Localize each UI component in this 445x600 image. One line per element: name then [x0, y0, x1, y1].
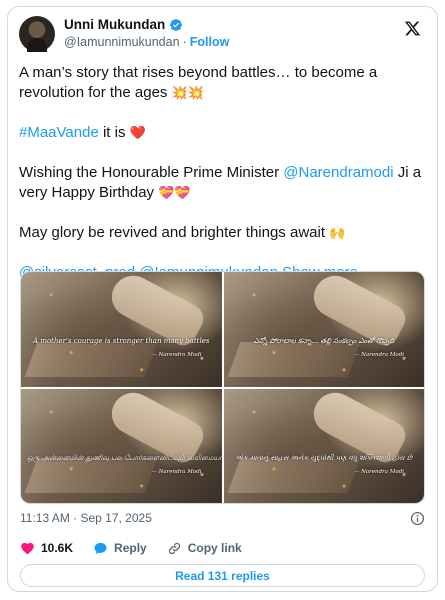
author-name[interactable]: Unni Mukundan	[64, 17, 165, 32]
raised-hands-emoji: 🙌	[329, 225, 346, 240]
x-logo-icon[interactable]	[404, 20, 421, 37]
timestamp-row: 11:13 AM · Sep 17, 2025	[20, 511, 425, 529]
sparks-decoration	[223, 388, 424, 503]
gift-heart-emoji: 💝💝	[158, 185, 191, 200]
author-handle[interactable]: @Iamunnimukundan	[64, 35, 180, 49]
reply-bubble-icon	[94, 542, 107, 554]
tweet-paragraph-2: #MaaVande it is ❤️	[19, 123, 427, 143]
image-quote: ஒரு அன்னையின் துணிவு பல போர்களைவிடவும் வ…	[27, 453, 222, 462]
timestamp[interactable]: 11:13 AM · Sep 17, 2025	[20, 511, 152, 525]
tweet-paragraph-3: Wishing the Honourable Prime Minister @N…	[19, 163, 427, 203]
image-signature: — Narendra Modi	[151, 352, 202, 359]
action-bar: 10.6K Reply Copy link	[20, 539, 262, 557]
author-name-row: Unni Mukundan	[64, 17, 183, 32]
reply-label: Reply	[114, 541, 147, 555]
read-replies-button[interactable]: Read 131 replies	[20, 564, 425, 587]
tweet-header: Unni Mukundan @Iamunnimukundan · Follow	[19, 16, 425, 60]
heart-icon	[21, 542, 34, 554]
like-count: 10.6K	[41, 541, 74, 555]
sparks-decoration	[21, 272, 222, 387]
copy-link-label: Copy link	[187, 541, 242, 555]
info-icon[interactable]	[410, 511, 425, 526]
verified-badge-icon	[170, 18, 183, 31]
handle-row: @Iamunnimukundan · Follow	[64, 35, 229, 49]
tweet-text: A man’s story that rises beyond battles……	[19, 63, 427, 303]
media-image-3[interactable]: ஒரு அன்னையின் துணிவு பல போர்களைவிடவும் வ…	[21, 388, 222, 503]
image-signature: — Narendra Modi	[353, 352, 404, 359]
link-icon	[168, 542, 180, 554]
hashtag-link[interactable]: #MaaVande	[19, 124, 99, 141]
media-grid: A mother's courage is stronger than many…	[20, 271, 425, 504]
sparks-decoration	[21, 388, 222, 503]
mention-narendramodi[interactable]: @Narendramodi	[283, 164, 393, 181]
separator-dot: ·	[182, 35, 187, 49]
tweet-paragraph-4: May glory be revived and brighter things…	[19, 223, 427, 243]
media-image-1[interactable]: A mother's courage is stronger than many…	[21, 272, 222, 387]
glory-text: May glory be revived and brighter things…	[19, 224, 330, 241]
image-signature: — Narendra Modi	[353, 468, 404, 475]
like-button[interactable]: 10.6K	[20, 541, 73, 556]
media-image-4[interactable]: એક માતાનું સાહસ અનેક યુદ્ધોથી પણ વધુ શક્…	[223, 388, 424, 503]
tweet-paragraph-1: A man’s story that rises beyond battles……	[19, 63, 427, 103]
hashtag-suffix: it is	[98, 124, 130, 141]
image-signature: — Narendra Modi	[151, 468, 202, 475]
avatar[interactable]	[19, 16, 55, 52]
image-quote: ఎన్నో పోరాటాల కన్నా... తల్లి సంకల్పం ఎంత…	[253, 337, 395, 346]
reply-button[interactable]: Reply	[93, 541, 147, 556]
wish-prefix: Wishing the Honourable Prime Minister	[19, 164, 284, 181]
collision-emoji: 💥💥	[171, 85, 204, 100]
read-replies-label: Read 131 replies	[175, 568, 270, 583]
media-image-2[interactable]: ఎన్నో పోరాటాల కన్నా... తల్లి సంకల్పం ఎంత…	[223, 272, 424, 387]
image-quote: એક માતાનું સાહસ અનેક યુદ્ધોથી પણ વધુ શક્…	[235, 453, 413, 462]
image-quote: A mother's courage is stronger than many…	[33, 337, 210, 346]
sparks-decoration	[223, 272, 424, 387]
copy-link-button[interactable]: Copy link	[167, 541, 242, 556]
follow-button[interactable]: Follow	[190, 35, 230, 49]
tweet-card: Unni Mukundan @Iamunnimukundan · Follow …	[7, 6, 438, 592]
heart-emoji: ❤️	[129, 125, 146, 140]
